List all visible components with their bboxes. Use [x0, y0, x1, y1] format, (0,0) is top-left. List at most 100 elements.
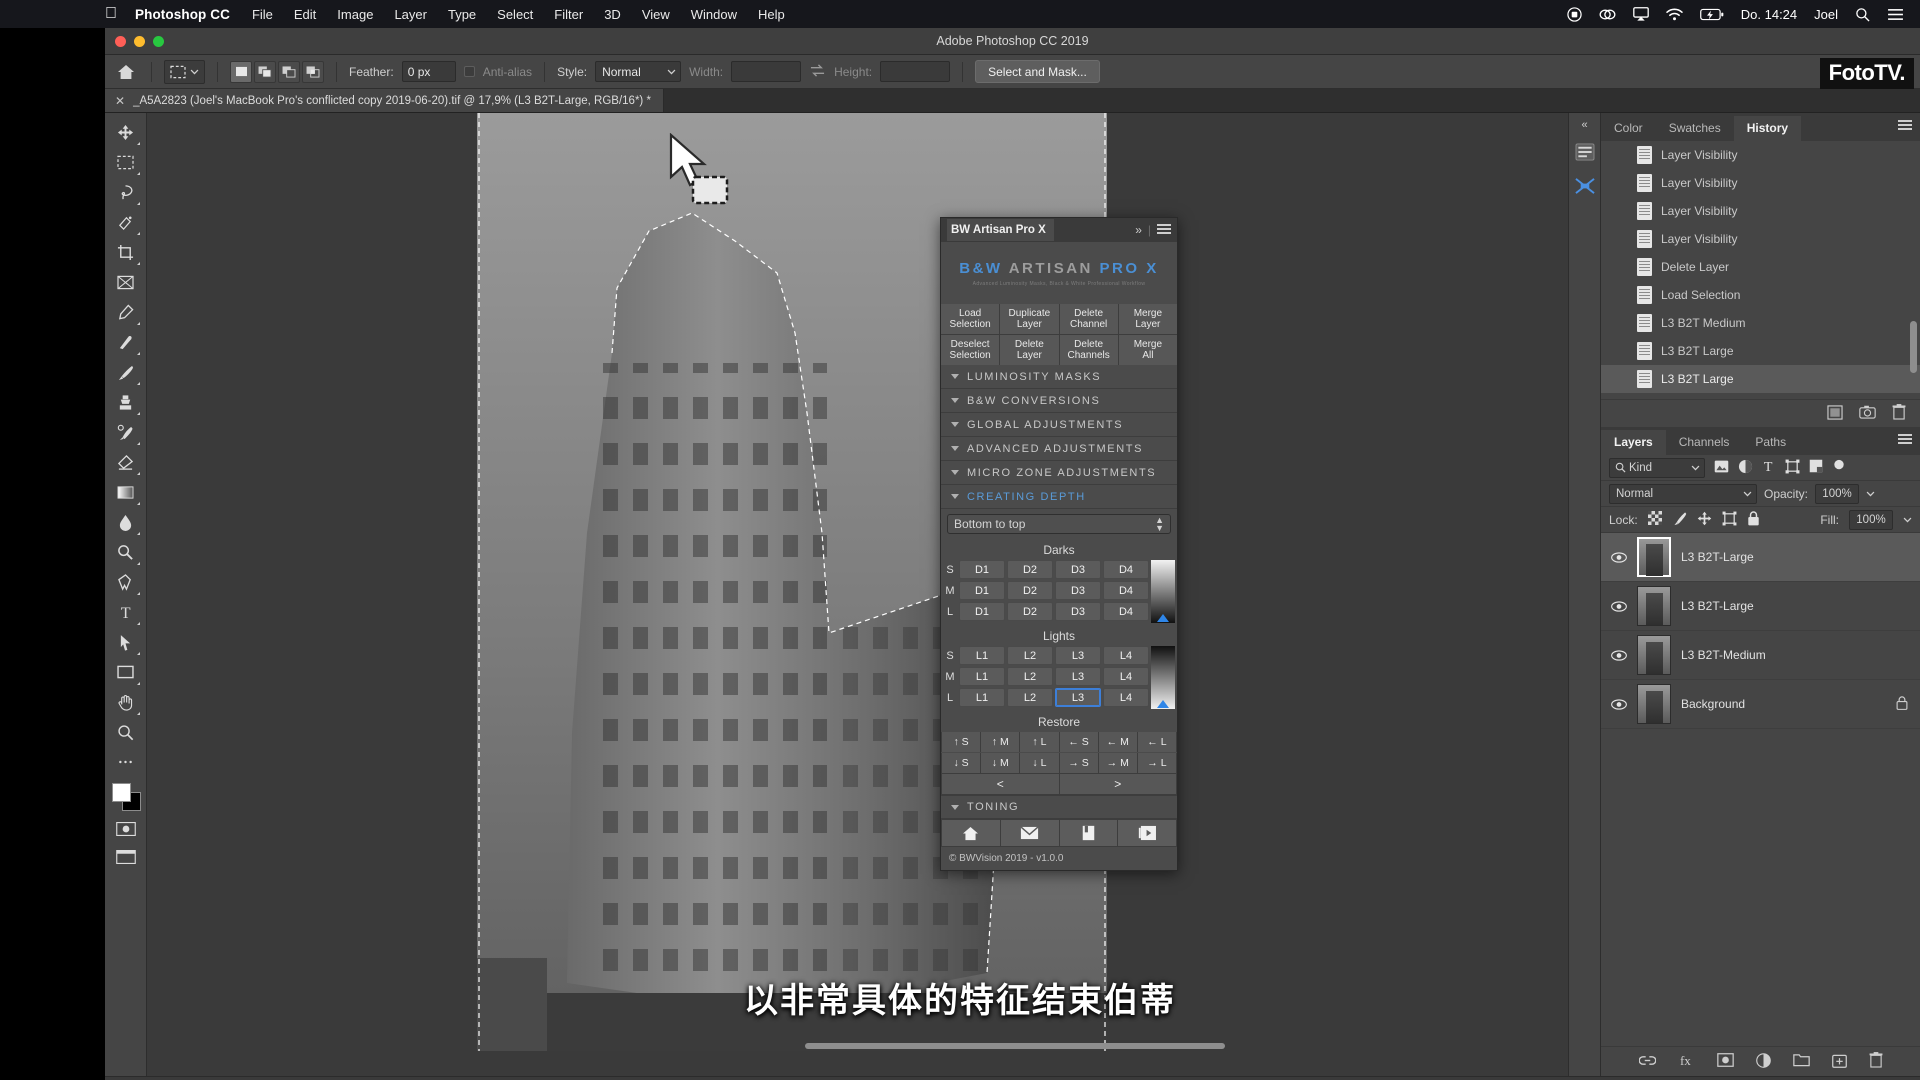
- fill-input[interactable]: 100%: [1849, 510, 1893, 530]
- tab-swatches[interactable]: Swatches: [1656, 116, 1734, 141]
- opacity-input[interactable]: 100%: [1815, 484, 1859, 504]
- layer-kind-filter[interactable]: Kind: [1609, 458, 1705, 478]
- layer-visibility-toggle[interactable]: [1611, 552, 1627, 563]
- restore-left-s[interactable]: ← S: [1060, 732, 1098, 752]
- close-window-button[interactable]: [115, 36, 126, 47]
- lights-l-l2[interactable]: L2: [1007, 688, 1053, 707]
- close-icon[interactable]: ✕: [115, 94, 125, 108]
- layer-thumbnail[interactable]: [1637, 586, 1671, 626]
- layer-name[interactable]: L3 B2T-Large: [1681, 550, 1754, 564]
- darks-s-d3[interactable]: D3: [1055, 560, 1101, 579]
- menu-file[interactable]: File: [252, 7, 273, 22]
- tool-preset-picker[interactable]: [164, 60, 205, 84]
- properties-panel-icon[interactable]: [1575, 143, 1595, 164]
- delete-state-icon[interactable]: [1892, 404, 1906, 423]
- dodge-tool[interactable]: [109, 537, 143, 567]
- direction-dropdown[interactable]: Bottom to top ▲▼: [947, 514, 1171, 534]
- foreground-background-color[interactable]: [110, 782, 142, 812]
- mail-icon[interactable]: [1001, 820, 1059, 846]
- layer-visibility-toggle[interactable]: [1611, 601, 1627, 612]
- layer-name[interactable]: L3 B2T-Medium: [1681, 648, 1766, 662]
- deselect-selection-button[interactable]: DeselectSelection: [941, 335, 999, 365]
- panel-menu-icon[interactable]: [1898, 434, 1912, 446]
- restore-down-m[interactable]: ↓ M: [981, 753, 1019, 773]
- restore-up-m[interactable]: ↑ M: [981, 732, 1019, 752]
- history-item[interactable]: L3 B2T Large: [1601, 337, 1920, 365]
- new-selection-icon[interactable]: [230, 61, 252, 83]
- hand-tool[interactable]: [109, 687, 143, 717]
- lock-all-icon[interactable]: [1747, 511, 1760, 529]
- type-tool[interactable]: T: [109, 597, 143, 627]
- collapse-panels-icon[interactable]: «: [1581, 119, 1587, 131]
- lights-m-l3[interactable]: L3: [1055, 667, 1101, 686]
- lights-m-l2[interactable]: L2: [1007, 667, 1053, 686]
- menu-bar-username[interactable]: Joel: [1814, 7, 1838, 22]
- tab-channels[interactable]: Channels: [1666, 430, 1743, 455]
- darks-s-d1[interactable]: D1: [959, 560, 1005, 579]
- restore-up-s[interactable]: ↑ S: [942, 732, 980, 752]
- delete-channels-button[interactable]: DeleteChannels: [1060, 335, 1118, 365]
- delete-layer-icon[interactable]: [1869, 1052, 1883, 1071]
- merge-all-button[interactable]: MergeAll: [1119, 335, 1177, 365]
- quick-selection-tool[interactable]: [109, 207, 143, 237]
- actions-panel-icon[interactable]: [1574, 176, 1596, 199]
- search-icon[interactable]: [1855, 7, 1870, 22]
- layer-thumbnail[interactable]: [1637, 635, 1671, 675]
- bw-artisan-pro-x-panel[interactable]: BW Artisan Pro X » | B&W ARTISAN PRO X A…: [940, 217, 1178, 871]
- rectangular-marquee-tool[interactable]: [109, 147, 143, 177]
- darks-m-d2[interactable]: D2: [1007, 581, 1053, 600]
- menu-edit[interactable]: Edit: [294, 7, 316, 22]
- tab-history[interactable]: History: [1734, 116, 1801, 141]
- restore-next-button[interactable]: >: [1060, 774, 1177, 794]
- restore-prev-button[interactable]: <: [942, 774, 1059, 794]
- eraser-tool[interactable]: [109, 447, 143, 477]
- type-layer-filter-icon[interactable]: T: [1762, 459, 1776, 477]
- layer-thumbnail[interactable]: [1637, 537, 1671, 577]
- darks-m-d3[interactable]: D3: [1055, 581, 1101, 600]
- lock-transparent-pixels-icon[interactable]: [1648, 511, 1662, 528]
- book-icon[interactable]: [1060, 820, 1118, 846]
- smart-object-filter-icon[interactable]: [1809, 459, 1823, 476]
- layer-style-icon[interactable]: fx: [1678, 1053, 1695, 1071]
- history-item[interactable]: L3 B2T Medium: [1601, 309, 1920, 337]
- layer-thumbnail[interactable]: [1637, 684, 1671, 724]
- menu-layer[interactable]: Layer: [394, 7, 427, 22]
- style-select[interactable]: Normal: [595, 61, 681, 82]
- layer-name[interactable]: Background: [1681, 697, 1745, 711]
- delete-channel-button[interactable]: DeleteChannel: [1060, 304, 1118, 334]
- history-brush-tool[interactable]: [109, 417, 143, 447]
- width-input[interactable]: [731, 61, 801, 82]
- move-tool[interactable]: [109, 117, 143, 147]
- layer-name[interactable]: L3 B2T-Large: [1681, 599, 1754, 613]
- lights-s-l4[interactable]: L4: [1103, 646, 1149, 665]
- edit-toolbar-tool[interactable]: [109, 747, 143, 777]
- creative-cloud-icon[interactable]: [1599, 7, 1616, 22]
- restore-up-l[interactable]: ↑ L: [1020, 732, 1058, 752]
- section-advanced-adjustments[interactable]: ADVANCED ADJUSTMENTS: [941, 437, 1177, 461]
- frame-tool[interactable]: [109, 267, 143, 297]
- history-item[interactable]: Layer Visibility: [1601, 197, 1920, 225]
- new-layer-icon[interactable]: [1832, 1053, 1847, 1071]
- bw-panel-tab-title[interactable]: BW Artisan Pro X: [947, 219, 1054, 241]
- darks-ramp-marker[interactable]: [1157, 614, 1169, 622]
- pen-tool[interactable]: [109, 567, 143, 597]
- menu-help[interactable]: Help: [758, 7, 785, 22]
- tab-layers[interactable]: Layers: [1601, 430, 1666, 455]
- layer-visibility-toggle[interactable]: [1611, 650, 1627, 661]
- panel-menu-icon[interactable]: [1898, 120, 1912, 132]
- blur-tool[interactable]: [109, 507, 143, 537]
- select-and-mask-button[interactable]: Select and Mask...: [975, 60, 1100, 83]
- darks-m-d1[interactable]: D1: [959, 581, 1005, 600]
- spot-healing-brush-tool[interactable]: [109, 327, 143, 357]
- link-layers-icon[interactable]: [1639, 1055, 1656, 1069]
- menu-select[interactable]: Select: [497, 7, 533, 22]
- darks-l-d4[interactable]: D4: [1103, 602, 1149, 621]
- darks-l-d2[interactable]: D2: [1007, 602, 1053, 621]
- menu-filter[interactable]: Filter: [554, 7, 583, 22]
- path-selection-tool[interactable]: [109, 627, 143, 657]
- create-snapshot-icon[interactable]: [1859, 405, 1876, 422]
- history-list[interactable]: Layer Visibility Layer Visibility Layer …: [1601, 141, 1920, 399]
- lights-s-l1[interactable]: L1: [959, 646, 1005, 665]
- section-luminosity-masks[interactable]: LUMINOSITY MASKS: [941, 365, 1177, 389]
- height-input[interactable]: [880, 61, 950, 82]
